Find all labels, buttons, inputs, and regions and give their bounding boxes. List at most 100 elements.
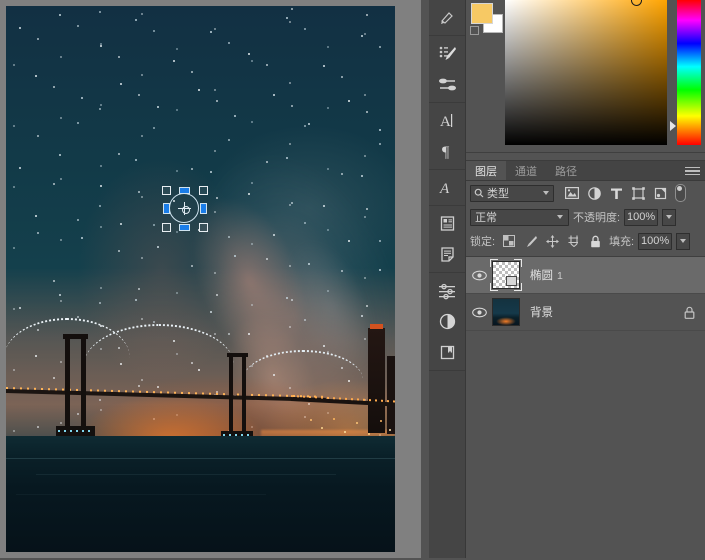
bridge-tower-1-base-lights: [58, 430, 93, 432]
layer-thumbnail[interactable]: [492, 298, 520, 326]
reset-colors-icon[interactable]: [470, 26, 479, 35]
handle-top-right[interactable]: [199, 186, 208, 195]
layer-name-text: 背景: [530, 307, 553, 319]
canvas-area[interactable]: [0, 0, 421, 558]
photoshop-window: A ¶ A 图层 通道 路径 类型 正常 不透明度: 100% 锁定: 填充: …: [0, 0, 705, 560]
panel-divider: [466, 152, 705, 153]
smart-object-filter-icon[interactable]: [653, 186, 667, 200]
thumbnail-selection-marks: [490, 259, 522, 291]
search-icon: [474, 188, 484, 198]
tab-channels[interactable]: 通道: [506, 161, 546, 180]
lock-transparent-icon[interactable]: [503, 235, 516, 247]
blend-mode-dropdown[interactable]: 正常: [470, 208, 569, 226]
layer-visibility-toggle[interactable]: [466, 307, 492, 318]
chevron-down-icon[interactable]: [543, 191, 549, 195]
lock-icon: [684, 306, 695, 319]
handle-middle-left[interactable]: [163, 203, 170, 214]
bridge-tower-2-leg-b: [242, 356, 246, 431]
type-filter-icon[interactable]: [609, 186, 623, 200]
glyphs-icon[interactable]: A: [429, 172, 465, 203]
lock-artboard-icon[interactable]: [568, 235, 581, 247]
color-field[interactable]: [505, 0, 667, 145]
tab-paths[interactable]: 路径: [546, 161, 586, 180]
right-panel-column: 图层 通道 路径 类型 正常 不透明度: 100% 锁定: 填充: 100% 椭…: [466, 0, 705, 560]
fill-stepper-icon[interactable]: [676, 232, 691, 250]
tab-layers[interactable]: 图层: [466, 161, 506, 180]
notes-icon[interactable]: [429, 239, 465, 270]
bridge-tower-1-leg-a: [65, 338, 70, 426]
lock-position-icon[interactable]: [546, 234, 560, 248]
handle-middle-right[interactable]: [200, 203, 207, 214]
table-row[interactable]: 背景: [466, 294, 705, 331]
layer-thumbnail[interactable]: [490, 259, 522, 291]
dock-group-brush-presets: [429, 0, 465, 36]
dock-group-brush: [429, 36, 465, 103]
adjustment-filter-icon[interactable]: [587, 186, 601, 200]
lock-image-icon[interactable]: [524, 235, 538, 247]
blend-mode-value: 正常: [475, 212, 497, 224]
color-field-marker[interactable]: [631, 0, 642, 6]
water-reflection-3: [16, 494, 266, 495]
hue-marker[interactable]: [670, 121, 676, 131]
chevron-down-icon[interactable]: [557, 215, 563, 219]
lock-label: 锁定:: [470, 236, 496, 248]
background-photo: [6, 6, 395, 552]
layer-name-background[interactable]: 背景: [530, 304, 553, 320]
water-reflection-1: [6, 458, 395, 459]
handle-top-center[interactable]: [179, 187, 190, 194]
foreground-color-swatch[interactable]: [471, 3, 493, 24]
adjustments-icon[interactable]: [429, 275, 465, 306]
table-row[interactable]: 椭圆 1: [466, 257, 705, 294]
document-canvas[interactable]: [6, 6, 395, 552]
layer-filter-row[interactable]: 类型: [466, 181, 705, 205]
layer-filter-value: 类型: [487, 188, 509, 200]
lock-fill-row[interactable]: 锁定: 填充: 100%: [466, 229, 705, 253]
properties-icon[interactable]: [429, 306, 465, 337]
panel-menu-icon[interactable]: [683, 165, 702, 177]
pixel-filter-icon[interactable]: [565, 186, 579, 200]
layer-filter-toggle[interactable]: [675, 184, 686, 202]
character-icon[interactable]: A: [429, 105, 465, 136]
water-reflection-2: [36, 474, 336, 475]
hue-strip[interactable]: [677, 0, 701, 145]
brush-presets-icon[interactable]: [429, 2, 465, 33]
reference-point-icon[interactable]: [178, 202, 191, 215]
transform-widget[interactable]: [162, 186, 208, 232]
tool-presets-icon[interactable]: [429, 69, 465, 100]
layer-name-number: 1: [557, 270, 563, 282]
eye-icon: [471, 307, 487, 317]
opacity-input[interactable]: 100%: [624, 208, 659, 226]
handle-bottom-center[interactable]: [179, 224, 190, 231]
svg-text:A: A: [440, 114, 451, 129]
layers-panel[interactable]: 图层 通道 路径 类型 正常 不透明度: 100% 锁定: 填充: 100% 椭…: [466, 160, 705, 560]
layer-name-ellipse[interactable]: 椭圆 1: [530, 267, 563, 283]
lock-all-icon[interactable]: [590, 235, 601, 248]
dock-group-type: A ¶: [429, 103, 465, 170]
libraries-icon[interactable]: [429, 337, 465, 368]
fill-label: 填充:: [609, 236, 635, 248]
handle-bottom-left[interactable]: [162, 223, 171, 232]
skyscraper-crown: [370, 324, 383, 329]
layer-lock-indicator: [684, 306, 695, 319]
layer-list[interactable]: 椭圆 1 背景: [466, 256, 705, 560]
opacity-label: 不透明度:: [573, 212, 621, 224]
layers-panel-tabbar[interactable]: 图层 通道 路径: [466, 161, 705, 181]
layer-filter-buttons[interactable]: [565, 186, 667, 200]
handle-bottom-right[interactable]: [199, 223, 208, 232]
brush-settings-icon[interactable]: [429, 38, 465, 69]
blend-opacity-row[interactable]: 正常 不透明度: 100%: [466, 205, 705, 229]
shape-filter-icon[interactable]: [631, 186, 645, 200]
lock-buttons[interactable]: [503, 234, 601, 248]
panel-icon-dock[interactable]: A ¶ A: [429, 0, 466, 558]
opacity-stepper-icon[interactable]: [662, 208, 677, 226]
color-panel[interactable]: [466, 0, 705, 158]
handle-top-left[interactable]: [162, 186, 171, 195]
dock-group-glyphs: A: [429, 170, 465, 206]
layer-comps-icon[interactable]: [429, 208, 465, 239]
layer-filter-dropdown[interactable]: 类型: [470, 184, 554, 202]
layer-visibility-toggle[interactable]: [466, 270, 492, 281]
bridge-tower-1-cap: [63, 334, 88, 339]
color-swatches[interactable]: [470, 2, 504, 35]
paragraph-icon[interactable]: ¶: [429, 136, 465, 167]
fill-input[interactable]: 100%: [638, 232, 673, 250]
